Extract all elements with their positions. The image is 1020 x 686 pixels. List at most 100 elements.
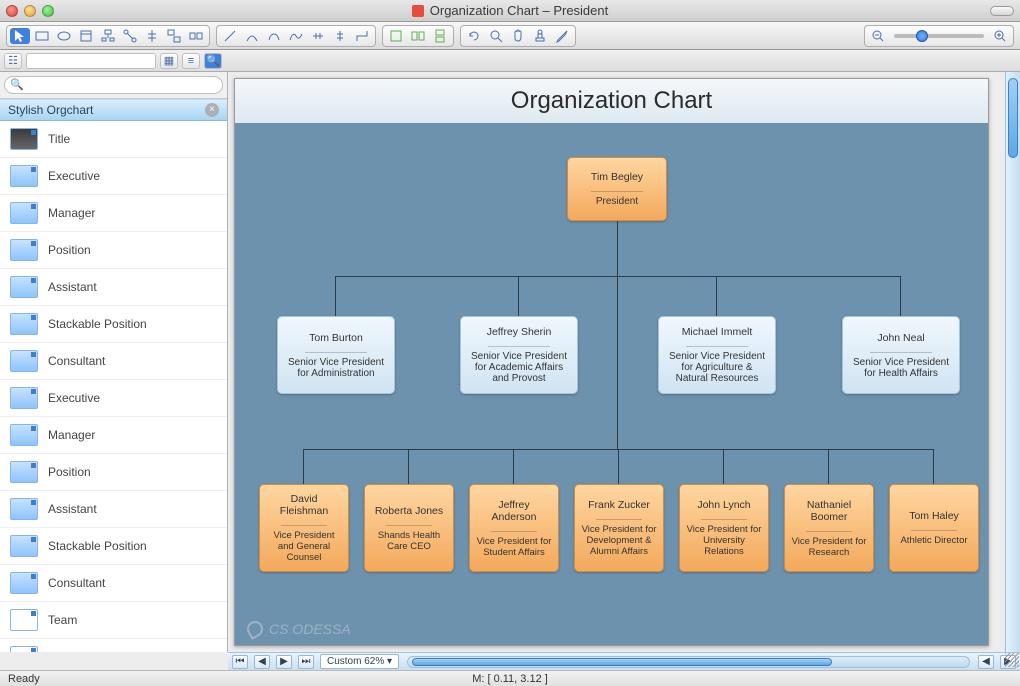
shape-item[interactable]: Title [0, 121, 227, 158]
org-node-vp[interactable]: Roberta JonesShands Health Care CEO [364, 484, 454, 572]
org-node-vp[interactable]: Frank ZuckerVice President for Developme… [574, 484, 664, 572]
org-node-vp[interactable]: John LynchVice President for University … [679, 484, 769, 572]
magnify-button[interactable] [486, 28, 506, 44]
spline-tool-button[interactable] [286, 28, 306, 44]
document-icon [412, 5, 424, 17]
org-node-svp[interactable]: Tom BurtonSenior Vice President for Admi… [277, 316, 395, 394]
search-toggle-button[interactable]: 🔍 [204, 53, 222, 69]
node-title: Senior Vice President for Health Affairs [849, 357, 953, 379]
tool-group-shapes [6, 25, 210, 47]
zoom-level-display[interactable]: Custom 62% ▾ [320, 654, 399, 669]
resize-grip-icon[interactable] [1005, 653, 1019, 667]
line-tool-button[interactable] [220, 28, 240, 44]
org-node-svp[interactable]: Michael ImmeltSenior Vice President for … [658, 316, 776, 394]
shape-item[interactable]: Manager [0, 195, 227, 232]
tree-tool-button[interactable] [142, 28, 162, 44]
refresh-button[interactable] [464, 28, 484, 44]
drawing-canvas[interactable]: Organization Chart [234, 78, 989, 646]
connector [518, 276, 519, 316]
shape-thumb-icon [10, 498, 38, 520]
shape-item[interactable]: Assistant [0, 269, 227, 306]
align3-button[interactable] [430, 28, 450, 44]
vertical-scrollbar[interactable] [1005, 72, 1020, 652]
arc-tool-button[interactable] [242, 28, 262, 44]
org-node-svp[interactable]: John NealSenior Vice President for Healt… [842, 316, 960, 394]
connector2-button[interactable] [330, 28, 350, 44]
sidebar-search-input[interactable] [4, 76, 223, 94]
org-node-vp[interactable]: Nathaniel BoomerVice President for Resea… [784, 484, 874, 572]
zoom-slider-knob[interactable] [916, 30, 928, 42]
zoom-out-button[interactable] [868, 28, 888, 44]
hand-tool-button[interactable] [508, 28, 528, 44]
eyedropper-button[interactable] [552, 28, 572, 44]
shape-item[interactable]: Consultant [0, 565, 227, 602]
next-page-button[interactable]: ▶ [276, 655, 292, 669]
stamp-button[interactable] [530, 28, 550, 44]
divider [488, 346, 550, 347]
hscroll-left-button[interactable]: ◀ [978, 655, 994, 669]
org-node-vp[interactable]: David FleishmanVice President and Genera… [259, 484, 349, 572]
shape-item-label: Note [48, 650, 73, 652]
shape-item[interactable]: Team [0, 602, 227, 639]
close-section-icon[interactable]: × [205, 103, 219, 117]
zoom-slider[interactable] [894, 34, 984, 38]
connector1-button[interactable] [308, 28, 328, 44]
node-title: President [596, 196, 638, 207]
text-tool-button[interactable] [76, 28, 96, 44]
shape-item[interactable]: Stackable Position [0, 306, 227, 343]
shape-item[interactable]: Executive [0, 158, 227, 195]
grid-view-button[interactable]: ▦ [160, 53, 178, 69]
zoom-icon[interactable] [42, 5, 54, 17]
nav-input[interactable] [26, 53, 156, 69]
toolbar-pill-icon[interactable] [990, 6, 1014, 16]
group-tool-button[interactable] [164, 28, 184, 44]
shape-item[interactable]: Executive [0, 380, 227, 417]
curve-tool-button[interactable] [264, 28, 284, 44]
node-title: Shands Health Care CEO [371, 530, 447, 552]
shape-item-label: Position [48, 243, 91, 257]
connector [900, 276, 901, 316]
divider [911, 530, 957, 531]
prev-page-button[interactable]: ◀ [254, 655, 270, 669]
connector3-button[interactable] [352, 28, 372, 44]
shape-item[interactable]: Consultant [0, 343, 227, 380]
align1-button[interactable] [386, 28, 406, 44]
org-node-svp[interactable]: Jeffrey SherinSenior Vice President for … [460, 316, 578, 394]
ungroup-tool-button[interactable] [186, 28, 206, 44]
list-view-button[interactable]: ≡ [182, 53, 200, 69]
node-tool-button[interactable] [98, 28, 118, 44]
shape-item[interactable]: Position [0, 232, 227, 269]
canvas-title: Organization Chart [511, 87, 712, 115]
shape-item-label: Assistant [48, 280, 97, 294]
minimize-icon[interactable] [24, 5, 36, 17]
branch-tool-button[interactable] [120, 28, 140, 44]
shape-item-label: Executive [48, 169, 100, 183]
tree-view-button[interactable]: ☷ [4, 53, 22, 69]
close-icon[interactable] [6, 5, 18, 17]
node-title: Athletic Director [900, 535, 967, 546]
ellipse-tool-button[interactable] [54, 28, 74, 44]
pointer-tool-button[interactable] [10, 28, 30, 44]
horizontal-scrollbar[interactable] [407, 656, 970, 668]
zoom-in-button[interactable] [990, 28, 1010, 44]
watermark-text: CS ODESSA [269, 621, 351, 637]
vscroll-thumb[interactable] [1008, 78, 1018, 158]
shape-item-label: Stackable Position [48, 539, 147, 553]
sidebar-section-header[interactable]: Stylish Orgchart × [0, 99, 227, 121]
last-page-button[interactable]: ⏭ [298, 655, 314, 669]
shape-item[interactable]: Stackable Position [0, 528, 227, 565]
hscroll-thumb[interactable] [412, 658, 832, 666]
connector [716, 276, 717, 316]
sidebar-search: 🔍 [0, 72, 227, 99]
rect-tool-button[interactable] [32, 28, 52, 44]
node-title: Vice President for University Relations [686, 524, 762, 557]
shape-item[interactable]: Assistant [0, 491, 227, 528]
shape-item[interactable]: Position [0, 454, 227, 491]
first-page-button[interactable]: ⏮ [232, 655, 248, 669]
org-node-vp[interactable]: Jeffrey AndersonVice President for Stude… [469, 484, 559, 572]
shape-item[interactable]: Manager [0, 417, 227, 454]
align2-button[interactable] [408, 28, 428, 44]
org-node-president[interactable]: Tim Begley President [567, 157, 667, 221]
org-node-vp[interactable]: Tom HaleyAthletic Director [889, 484, 979, 572]
shape-item[interactable]: Note [0, 639, 227, 652]
